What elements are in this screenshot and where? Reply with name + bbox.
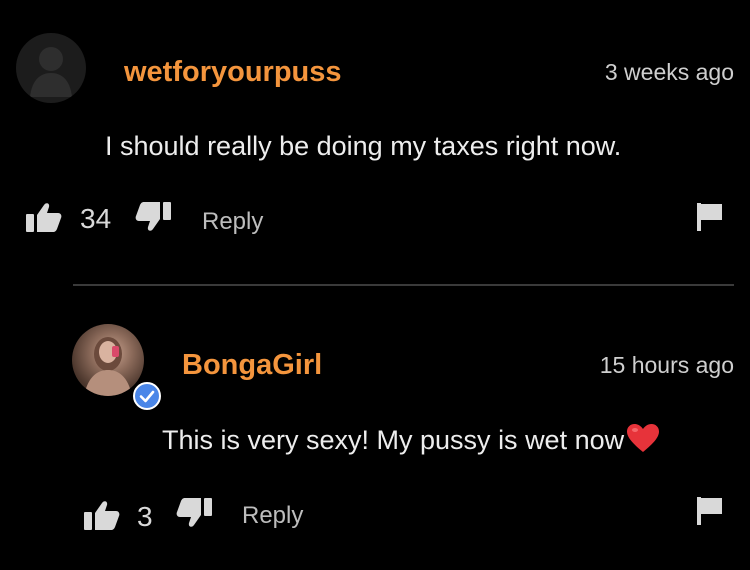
reply-button[interactable]: Reply (242, 502, 303, 530)
avatar[interactable] (72, 324, 144, 396)
thumbs-up-icon[interactable] (26, 202, 62, 232)
heart-emoji-icon (626, 423, 660, 460)
comment-text: I should really be doing my taxes right … (105, 131, 622, 161)
divider (73, 284, 734, 286)
comment-text: This is very sexy! My pussy is wet now (162, 423, 660, 460)
thumbs-down-icon[interactable] (135, 202, 171, 232)
like-count: 3 (137, 501, 153, 532)
timestamp: 15 hours ago (599, 352, 734, 378)
thumbs-down-icon[interactable] (176, 498, 212, 528)
username[interactable]: wetforyourpuss (124, 56, 342, 89)
like-count: 34 (80, 203, 112, 234)
thumbs-up-icon[interactable] (84, 500, 120, 530)
flag-icon[interactable] (697, 203, 723, 231)
reply-button[interactable]: Reply (202, 208, 263, 236)
verified-badge-icon (133, 382, 161, 410)
flag-icon[interactable] (697, 497, 723, 525)
default-avatar-icon[interactable] (16, 33, 86, 103)
username[interactable]: BongaGirl (182, 349, 322, 382)
timestamp: 3 weeks ago (604, 59, 734, 85)
